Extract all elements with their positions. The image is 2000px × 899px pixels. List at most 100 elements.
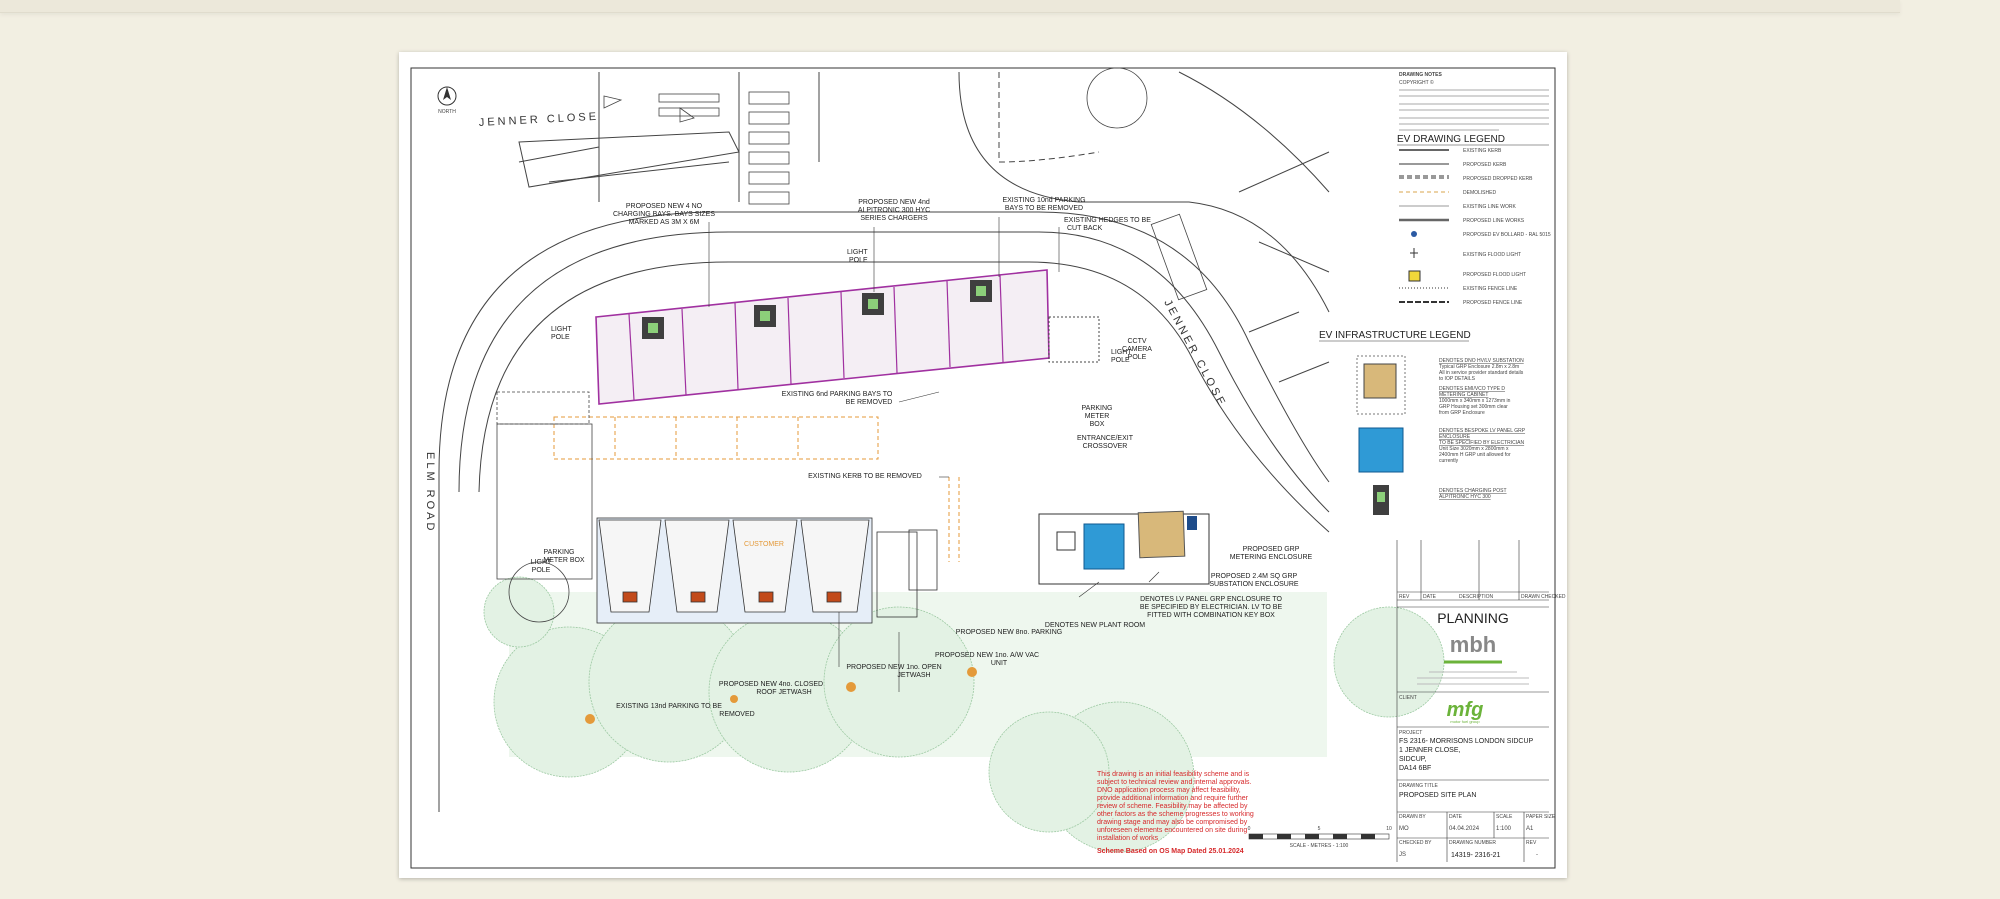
svg-text:ROOF JETWASH: ROOF JETWASH <box>756 689 811 696</box>
annotation-existing-bays-removed: EXISTING 10nd PARKING BAYS TO BE REMOVED <box>1002 197 1085 212</box>
annotation-parking-meter: PARKING METER BOX <box>1082 405 1113 428</box>
svg-text:SERIES CHARGERS: SERIES CHARGERS <box>860 215 928 222</box>
drawn-by-value: MO <box>1399 826 1409 832</box>
company-logo: mbh <box>1450 632 1496 657</box>
svg-text:drawing stage and may also be: drawing stage and may also be compromise… <box>1097 819 1248 826</box>
svg-text:REV: REV <box>1399 594 1410 600</box>
annotation-light-pole-top: LIGHT POLE <box>847 249 868 264</box>
svg-text:EXISTING FENCE LINE: EXISTING FENCE LINE <box>1463 286 1518 292</box>
north-arrow-icon <box>437 86 457 106</box>
svg-text:REMOVED: REMOVED <box>719 711 754 718</box>
svg-text:PARKING: PARKING <box>544 549 575 556</box>
notes-copyright: COPYRIGHT © <box>1399 79 1434 86</box>
svg-text:SUBSTATION ENCLOSURE: SUBSTATION ENCLOSURE <box>1209 581 1299 588</box>
svg-text:EXISTING KERB: EXISTING KERB <box>1463 148 1502 154</box>
annotation-plant-room: DENOTES NEW PLANT ROOM <box>1045 622 1145 629</box>
svg-text:EXISTING HEDGES TO BE: EXISTING HEDGES TO BE <box>1064 217 1151 224</box>
svg-text:CHARGING BAYS. BAYS SIZES: CHARGING BAYS. BAYS SIZES <box>613 211 715 218</box>
annotation-proposed-charging-bays: PROPOSED NEW 4 NO CHARGING BAYS. BAYS SI… <box>613 203 715 226</box>
svg-text:LIGHT: LIGHT <box>551 326 572 333</box>
drawing-sheet: NORTH JENNER CLOSE JENNER CLOSE ELM ROAD <box>399 52 1567 878</box>
svg-text:ALPITRONIC 300 HYC: ALPITRONIC 300 HYC <box>858 207 930 214</box>
svg-text:EXISTING LINE WORK: EXISTING LINE WORK <box>1463 204 1516 210</box>
svg-text:provide additional information: provide additional information and requi… <box>1097 795 1249 802</box>
crossing-marks <box>603 67 1208 301</box>
svg-text:METERING ENCLOSURE: METERING ENCLOSURE <box>1230 554 1313 561</box>
svg-text:BE REMOVED: BE REMOVED <box>846 399 893 406</box>
svg-text:to IOP DETAILS: to IOP DETAILS <box>1439 376 1476 382</box>
scale-bar-label: SCALE - METRES - 1:100 <box>1290 843 1349 849</box>
svg-text:DENOTES LV PANEL GRP ENCLOSURE: DENOTES LV PANEL GRP ENCLOSURE TO <box>1140 596 1282 603</box>
ev-legend-title: EV DRAWING LEGEND <box>1397 134 1505 145</box>
scale-label: SCALE <box>1496 814 1513 820</box>
svg-text:PROPOSED FENCE LINE: PROPOSED FENCE LINE <box>1463 300 1523 306</box>
svg-text:PARKING: PARKING <box>1082 405 1113 412</box>
svg-text:FS 2316- MORRISONS LONDON SIDC: FS 2316- MORRISONS LONDON SIDCUP <box>1399 738 1534 745</box>
svg-text:PROPOSED DROPPED KERB: PROPOSED DROPPED KERB <box>1463 176 1533 182</box>
paper-size-label: PAPER SIZE <box>1526 814 1556 820</box>
scale-tick-5: 5 <box>1318 826 1321 832</box>
svg-text:FITTED WITH COMBINATION KEY BO: FITTED WITH COMBINATION KEY BOX <box>1147 612 1275 619</box>
svg-text:UNIT: UNIT <box>991 660 1008 667</box>
svg-text:DEMOLISHED: DEMOLISHED <box>1463 190 1496 196</box>
ev-legend-symbols <box>1399 149 1449 303</box>
svg-text:EXISTING 10nd PARKING: EXISTING 10nd PARKING <box>1002 197 1085 204</box>
annotation-lv-panel: DENOTES LV PANEL GRP ENCLOSURE TO BE SPE… <box>1140 596 1283 619</box>
scale-tick-10: 10 <box>1386 826 1392 832</box>
annotation-light-pole-bottom: LIGHT POLE <box>531 559 552 574</box>
road-label-jenner-close: JENNER CLOSE <box>479 111 600 129</box>
stage-label: PLANNING <box>1437 610 1509 626</box>
svg-text:DESCRIPTION: DESCRIPTION <box>1459 594 1494 600</box>
svg-text:PROPOSED NEW 4no. CLOSED: PROPOSED NEW 4no. CLOSED <box>719 681 823 688</box>
scheme-note: Scheme Based on OS Map Dated 25.01.2024 <box>1097 848 1244 855</box>
svg-text:POLE: POLE <box>551 334 570 341</box>
svg-text:installation of works: installation of works <box>1097 835 1159 842</box>
scale-tick-0: 0 <box>1248 826 1251 832</box>
svg-text:unforeseen elements encountere: unforeseen elements encountered on site … <box>1097 827 1247 834</box>
svg-text:other factors as the scheme pr: other factors as the scheme progresses t… <box>1097 811 1254 818</box>
svg-text:EXISTING 13nd PARKING TO BE: EXISTING 13nd PARKING TO BE <box>616 703 722 710</box>
annotation-grp-metering: PROPOSED GRP METERING ENCLOSURE <box>1230 546 1313 561</box>
svg-text:LIGHT: LIGHT <box>531 559 552 566</box>
drawn-by-label: DRAWN BY <box>1399 814 1426 820</box>
svg-text:MARKED AS 3M X 6M: MARKED AS 3M X 6M <box>629 219 700 226</box>
svg-text:ENTRANCE/EXIT: ENTRANCE/EXIT <box>1077 435 1134 442</box>
svg-text:ALPITRONIC HYC 300: ALPITRONIC HYC 300 <box>1439 494 1491 500</box>
svg-text:currently: currently <box>1439 458 1459 464</box>
svg-text:PROPOSED 2.4M SQ GRP: PROPOSED 2.4M SQ GRP <box>1211 573 1298 580</box>
svg-text:PROPOSED NEW 4 NO: PROPOSED NEW 4 NO <box>626 203 703 210</box>
paper-size-value: A1 <box>1526 826 1534 832</box>
svg-text:POLE: POLE <box>849 257 868 264</box>
svg-text:PROPOSED KERB: PROPOSED KERB <box>1463 162 1507 168</box>
svg-text:from GRP Enclosure: from GRP Enclosure <box>1439 410 1485 416</box>
client-label: CLIENT <box>1399 695 1417 701</box>
annotation-customer: CUSTOMER <box>744 541 784 548</box>
checked-by-label: CHECKED BY <box>1399 840 1432 846</box>
client-logo: mfg <box>1447 699 1484 721</box>
svg-text:SIDCUP,: SIDCUP, <box>1399 756 1427 763</box>
svg-text:METER: METER <box>1085 413 1110 420</box>
rev-headers: REV DATE DESCRIPTION DRAWN CHECKED <box>1399 594 1566 600</box>
svg-text:CCTV: CCTV <box>1127 338 1146 345</box>
top-toolbar-strip <box>0 0 1900 13</box>
ev-charging-bays <box>595 269 1100 405</box>
scale-value: 1:100 <box>1496 826 1512 832</box>
svg-text:PROPOSED LINE WORKS: PROPOSED LINE WORKS <box>1463 218 1525 224</box>
site-plan-drawing: NORTH JENNER CLOSE JENNER CLOSE ELM ROAD <box>410 67 1566 869</box>
drawing-number-label: DRAWING NUMBER <box>1449 840 1496 846</box>
svg-text:PROPOSED NEW 4nd: PROPOSED NEW 4nd <box>858 199 930 206</box>
infra-legend-symbols <box>1356 355 1406 515</box>
svg-text:LIGHT: LIGHT <box>847 249 868 256</box>
svg-text:DRAWN CHECKED: DRAWN CHECKED <box>1521 594 1566 600</box>
svg-text:JETWASH: JETWASH <box>897 672 930 679</box>
rev-label: REV <box>1526 840 1537 846</box>
svg-text:This drawing is an initial fea: This drawing is an initial feasibility s… <box>1097 771 1250 778</box>
infra-legend-item-charging-post: DENOTES CHARGING POST ALPITRONIC HYC 300 <box>1439 488 1507 500</box>
svg-text:POLE: POLE <box>1111 357 1130 364</box>
svg-text:BAYS TO BE REMOVED: BAYS TO BE REMOVED <box>1005 205 1083 212</box>
date-label: DATE <box>1449 814 1463 820</box>
road-label-jenner-close-right: JENNER CLOSE <box>1161 298 1228 410</box>
svg-text:PROPOSED FLOOD LIGHT: PROPOSED FLOOD LIGHT <box>1463 272 1526 278</box>
date-value: 04.04.2024 <box>1449 826 1480 832</box>
drawing-number: 14319- 2316-21 <box>1451 852 1501 859</box>
